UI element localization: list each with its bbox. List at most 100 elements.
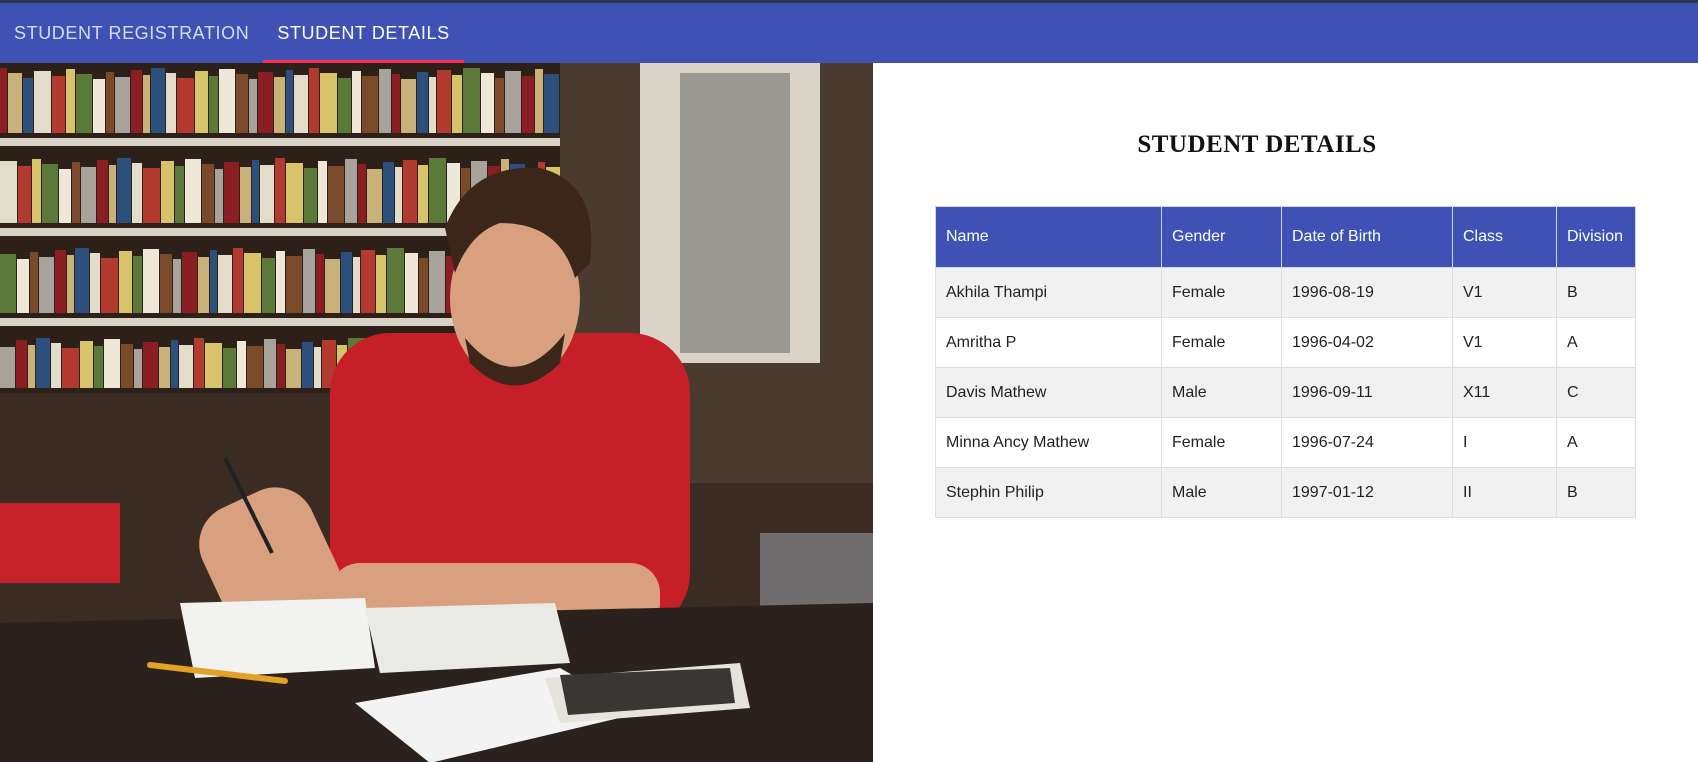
book-spine xyxy=(39,257,54,313)
book-spine xyxy=(0,161,17,223)
book-spine xyxy=(182,252,197,313)
book-spine xyxy=(62,348,79,388)
book-spine xyxy=(143,342,158,388)
book-spine xyxy=(17,259,29,313)
book-spine xyxy=(262,258,275,313)
cell-name: Amritha P xyxy=(935,317,1162,368)
book-spine xyxy=(362,76,378,133)
cell-gender: Female xyxy=(1161,267,1282,318)
book-spine xyxy=(0,254,16,313)
book-spine xyxy=(143,75,150,133)
cell-dob: 1996-08-19 xyxy=(1281,267,1453,318)
cell-class: II xyxy=(1452,467,1557,518)
book-spine xyxy=(383,162,394,223)
book-spine xyxy=(286,349,301,388)
book-spine xyxy=(260,165,274,223)
book-spine xyxy=(379,69,391,133)
book-spine xyxy=(392,74,400,133)
table-row: Stephin Philip Male 1997-01-12 II B xyxy=(935,467,1636,518)
book-spine xyxy=(175,166,184,223)
book-spine xyxy=(18,166,31,223)
book-spine xyxy=(345,159,357,223)
cell-gender: Female xyxy=(1161,417,1282,468)
cell-division: B xyxy=(1556,467,1636,518)
book-spine xyxy=(109,165,116,223)
book-spine xyxy=(209,76,218,133)
book-spine xyxy=(325,259,340,313)
cell-division: C xyxy=(1556,367,1636,418)
book-spine xyxy=(258,72,273,133)
book-spine xyxy=(429,251,445,313)
table-row: Davis Mathew Male 1996-09-11 X11 C xyxy=(935,367,1636,418)
table-row: Minna Ancy Mathew Female 1996-07-24 I A xyxy=(935,417,1636,468)
book-spine xyxy=(0,68,7,133)
book-spine xyxy=(90,253,100,313)
book-spine xyxy=(101,258,118,313)
book-spine xyxy=(119,251,132,313)
book-spine xyxy=(76,74,92,133)
page-title: STUDENT DETAILS xyxy=(1137,131,1377,158)
book-spine xyxy=(361,250,375,313)
book-spine xyxy=(358,164,366,223)
book-spine xyxy=(481,73,494,133)
hero-image xyxy=(0,63,873,762)
book-spine xyxy=(23,78,33,133)
cell-gender: Female xyxy=(1161,317,1282,368)
book-spine xyxy=(286,163,303,223)
book-spine xyxy=(418,165,428,223)
column-header-dob: Date of Birth xyxy=(1281,206,1453,268)
student-studying-photo xyxy=(0,63,873,762)
book-spine xyxy=(59,169,71,223)
book-spine xyxy=(160,254,172,313)
book-spine xyxy=(51,343,61,388)
book-spine xyxy=(72,162,80,223)
book-spine xyxy=(32,159,41,223)
book-spine xyxy=(16,340,27,388)
student-details-panel: STUDENT DETAILS Name Gender Date of Birt… xyxy=(873,63,1698,762)
book-spine xyxy=(353,257,360,313)
book-spine xyxy=(173,259,181,313)
book-spine xyxy=(505,71,521,133)
book-spine xyxy=(115,77,130,133)
book-spine xyxy=(80,341,93,388)
book-spine xyxy=(314,347,321,388)
book-spine xyxy=(151,68,165,133)
book-spine xyxy=(218,255,232,313)
cell-division: B xyxy=(1556,267,1636,318)
book-spine xyxy=(94,346,103,388)
book-spine xyxy=(194,338,204,388)
tab-student-details[interactable]: STUDENT DETAILS xyxy=(263,3,465,63)
student-details-table: Name Gender Date of Birth Class Division… xyxy=(935,206,1636,518)
book-spine xyxy=(318,161,327,223)
book-spine xyxy=(166,73,176,133)
book-spine xyxy=(104,339,120,388)
tab-student-registration[interactable]: STUDENT REGISTRATION xyxy=(0,3,263,63)
book-spine xyxy=(195,71,208,133)
book-spine xyxy=(316,254,324,313)
book-spine xyxy=(286,70,293,133)
book-spine xyxy=(429,158,446,223)
book-spine xyxy=(134,349,142,388)
top-navbar: STUDENT REGISTRATION STUDENT DETAILS xyxy=(0,3,1698,63)
book-spine xyxy=(341,252,352,313)
book-spine xyxy=(131,70,142,133)
book-spine xyxy=(403,160,417,223)
book-spine xyxy=(75,248,89,313)
book-spine xyxy=(277,344,285,388)
cell-dob: 1996-07-24 xyxy=(1281,417,1453,468)
book-spine xyxy=(352,71,361,133)
book-spine xyxy=(0,347,15,388)
book-spine xyxy=(264,339,276,388)
book-spine xyxy=(419,258,428,313)
cell-name: Davis Mathew xyxy=(935,367,1162,418)
book-spine xyxy=(535,69,543,133)
book-spine xyxy=(303,249,315,313)
book-spine xyxy=(367,169,382,223)
book-spine xyxy=(34,71,51,133)
book-spine xyxy=(401,79,416,133)
book-spine xyxy=(205,343,222,388)
book-spine xyxy=(106,72,114,133)
book-spine xyxy=(304,168,317,223)
book-spine xyxy=(179,345,193,388)
book-spine xyxy=(215,169,223,223)
